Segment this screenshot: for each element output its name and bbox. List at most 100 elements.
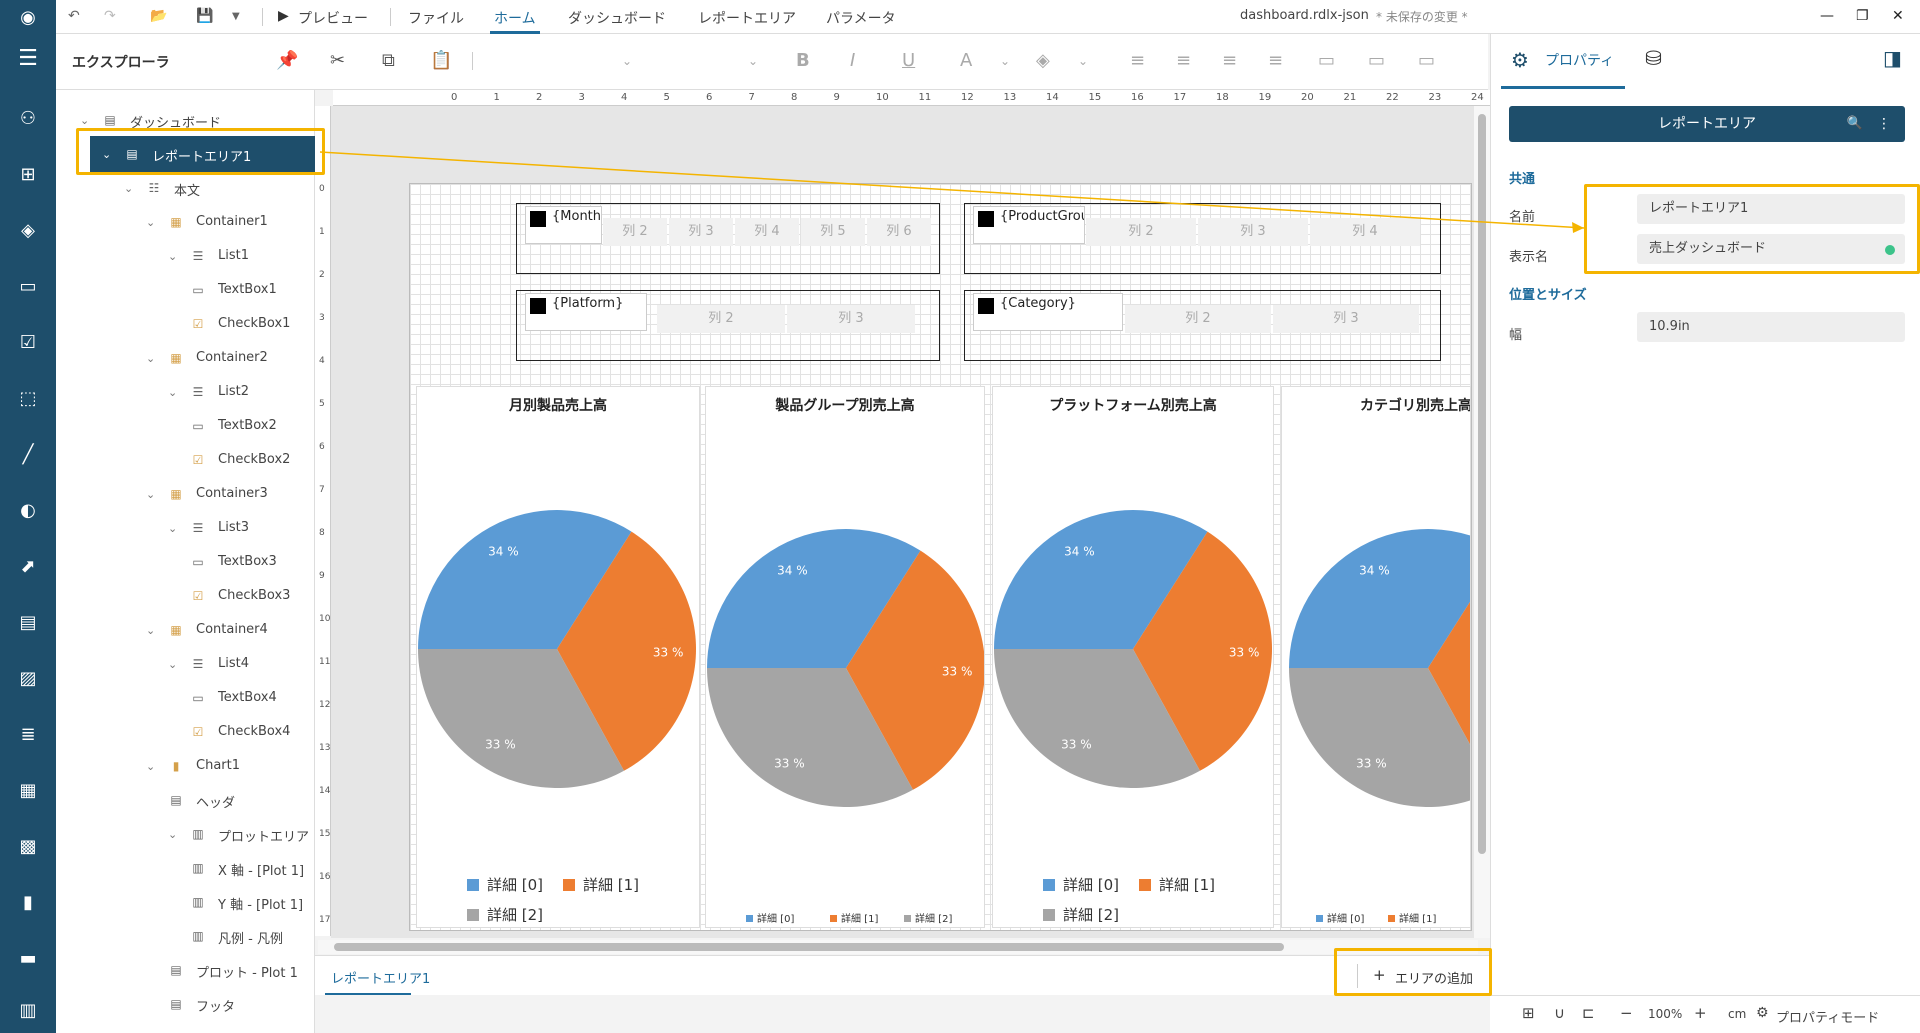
- list1-col: 列 5: [801, 218, 865, 246]
- gear-icon[interactable]: ⚙: [1511, 48, 1529, 72]
- display-name-field[interactable]: 売上ダッシュボード: [1637, 234, 1905, 264]
- menu-report-area[interactable]: レポートエリア: [698, 8, 796, 28]
- components-icon[interactable]: ⊞: [14, 160, 42, 188]
- list4-box[interactable]: {Category} 列 2 列 3: [964, 290, 1441, 361]
- font-family-dropdown-icon[interactable]: ⌄: [622, 54, 632, 68]
- list1-col: 列 2: [603, 218, 667, 246]
- chart-panel-4[interactable]: カテゴリ別売上高 34 %33 %33 % 詳細 [0] 詳細 [1]: [1281, 386, 1471, 928]
- fill-color-icon[interactable]: ◈: [1036, 50, 1050, 71]
- chart-panel-1[interactable]: 月別製品売上高 34 % 33 % 33 % 詳細 [0] 詳細 [1] 詳細 [2…: [416, 386, 700, 928]
- chart-panel-3[interactable]: プラットフォーム別売上高 34 % 33 % 33 % 詳細 [0] 詳細 [1] …: [992, 386, 1274, 928]
- copy-icon[interactable]: ⧉: [382, 50, 395, 71]
- richtext-tool-icon[interactable]: ▤: [14, 608, 42, 636]
- italic-icon[interactable]: I: [850, 50, 855, 71]
- list3-box[interactable]: {Platform} 列 2 列 3: [516, 290, 940, 361]
- vertical-scrollbar[interactable]: [1474, 106, 1490, 938]
- image-tool-icon[interactable]: ▨: [14, 664, 42, 692]
- font-size-dropdown-icon[interactable]: ⌄: [748, 54, 758, 68]
- list-tool-icon[interactable]: ≣: [14, 720, 42, 748]
- active-tab-underline: [325, 993, 411, 995]
- zoom-in-icon[interactable]: +: [1694, 1004, 1707, 1022]
- align-left-icon[interactable]: ≡: [1130, 50, 1145, 71]
- table-tool-icon[interactable]: ▦: [14, 776, 42, 804]
- chart-tool-icon[interactable]: ▮: [14, 888, 42, 916]
- unit-selector[interactable]: cm: [1728, 1007, 1746, 1021]
- checkbox-tool-icon[interactable]: ☑: [14, 328, 42, 356]
- hamburger-menu-icon[interactable]: ☰: [14, 44, 42, 72]
- divider: [390, 8, 391, 26]
- valign-bottom-icon[interactable]: ▭: [1418, 50, 1435, 71]
- matrix-tool-icon[interactable]: ▩: [14, 832, 42, 860]
- menu-home[interactable]: ホーム: [494, 8, 536, 28]
- minimize-icon[interactable]: —: [1820, 8, 1834, 24]
- redo-icon[interactable]: ↷: [104, 8, 116, 24]
- container-tool-icon[interactable]: ⬚: [14, 384, 42, 412]
- list-icon: ☰: [192, 657, 204, 671]
- bar-tool-icon[interactable]: ▬: [14, 944, 42, 972]
- ruler-toggle-icon[interactable]: ⊏: [1582, 1004, 1595, 1022]
- undo-icon[interactable]: ↶: [68, 8, 80, 24]
- close-icon[interactable]: ✕: [1892, 8, 1904, 24]
- list-icon: ☰: [192, 521, 204, 535]
- more-tools-icon[interactable]: ▥: [14, 996, 42, 1024]
- textbox-tool-icon[interactable]: ▭: [14, 272, 42, 300]
- snap-magnet-icon[interactable]: ∪: [1554, 1004, 1565, 1022]
- bold-icon[interactable]: B: [796, 50, 810, 71]
- zoom-level[interactable]: 100%: [1648, 1007, 1682, 1021]
- list1-first-cell[interactable]: {Month}: [525, 206, 602, 244]
- save-icon[interactable]: 💾: [196, 8, 213, 24]
- list3-first-cell[interactable]: {Platform}: [525, 293, 647, 331]
- more-options-icon[interactable]: ⋮: [1877, 106, 1891, 142]
- shape-tool-icon[interactable]: ◐: [14, 496, 42, 524]
- preview-play-icon[interactable]: ▶: [278, 8, 289, 24]
- horizontal-scrollbar[interactable]: [318, 940, 1478, 954]
- list2-box[interactable]: {ProductGroup} 列 2 列 3 列 4: [964, 203, 1441, 274]
- tab-report-area1[interactable]: レポートエリア1: [331, 968, 430, 987]
- vertical-scroll-thumb[interactable]: [1478, 114, 1486, 854]
- database-icon[interactable]: ⛁: [1645, 46, 1662, 70]
- plus-icon[interactable]: +: [1373, 966, 1386, 984]
- menu-dashboard[interactable]: ダッシュボード: [568, 8, 666, 28]
- fill-color-dropdown-icon[interactable]: ⌄: [1078, 54, 1088, 68]
- legend-item: 詳細 [1]: [1139, 874, 1215, 895]
- layers-icon[interactable]: ◈: [14, 216, 42, 244]
- open-folder-icon[interactable]: 📂: [150, 8, 167, 24]
- ruler-tick-label: 5: [319, 399, 325, 409]
- add-area-button[interactable]: エリアの追加: [1395, 968, 1473, 987]
- grid-toggle-icon[interactable]: ⊞: [1522, 1004, 1535, 1022]
- preview-button[interactable]: プレビュー: [298, 8, 368, 28]
- property-mode-button[interactable]: プロパティモード: [1776, 1007, 1879, 1026]
- valign-top-icon[interactable]: ▭: [1318, 50, 1335, 71]
- width-field[interactable]: 10.9in: [1637, 312, 1905, 342]
- list1-box[interactable]: {Month} 列 2 列 3 列 4 列 5 列 6: [516, 203, 940, 274]
- restore-icon[interactable]: ❐: [1856, 8, 1869, 24]
- save-dropdown-icon[interactable]: ▼: [232, 11, 240, 22]
- menu-file[interactable]: ファイル: [408, 8, 464, 28]
- chart-panel-2[interactable]: 製品グループ別売上高 34 % 33 % 33 % 詳細 [0] 詳細 [1] 詳細…: [705, 386, 985, 928]
- justify-icon[interactable]: ≡: [1268, 50, 1283, 71]
- valign-middle-icon[interactable]: ▭: [1368, 50, 1385, 71]
- list2-first-cell[interactable]: {ProductGroup}: [973, 206, 1085, 244]
- font-color-icon[interactable]: A: [960, 50, 972, 71]
- ruler-tick-label: 13: [319, 743, 331, 753]
- name-field[interactable]: レポートエリア1: [1637, 194, 1905, 224]
- menu-parameters[interactable]: パラメータ: [826, 8, 896, 28]
- pin-icon[interactable]: 📌: [276, 50, 298, 71]
- gear-icon[interactable]: ⚙: [1756, 1005, 1769, 1021]
- zoom-out-icon[interactable]: −: [1620, 1004, 1633, 1022]
- align-right-icon[interactable]: ≡: [1222, 50, 1237, 71]
- explorer-title: エクスプローラ: [72, 55, 170, 71]
- horizontal-scroll-thumb[interactable]: [334, 943, 1284, 951]
- underline-icon[interactable]: U: [902, 50, 915, 71]
- paste-icon[interactable]: 📋: [430, 50, 452, 71]
- cut-icon[interactable]: ✂: [330, 50, 345, 71]
- align-center-icon[interactable]: ≡: [1176, 50, 1191, 71]
- panel-toggle-icon[interactable]: ◨: [1883, 46, 1902, 70]
- search-icon[interactable]: 🔍: [1847, 106, 1863, 142]
- tab-properties[interactable]: プロパティ: [1545, 50, 1614, 70]
- line-tool-icon[interactable]: ╱: [14, 440, 42, 468]
- font-color-dropdown-icon[interactable]: ⌄: [1000, 54, 1010, 68]
- hierarchy-icon[interactable]: ⚇: [14, 104, 42, 132]
- select-tool-icon[interactable]: ⬈: [14, 552, 42, 580]
- list4-first-cell[interactable]: {Category}: [973, 293, 1123, 331]
